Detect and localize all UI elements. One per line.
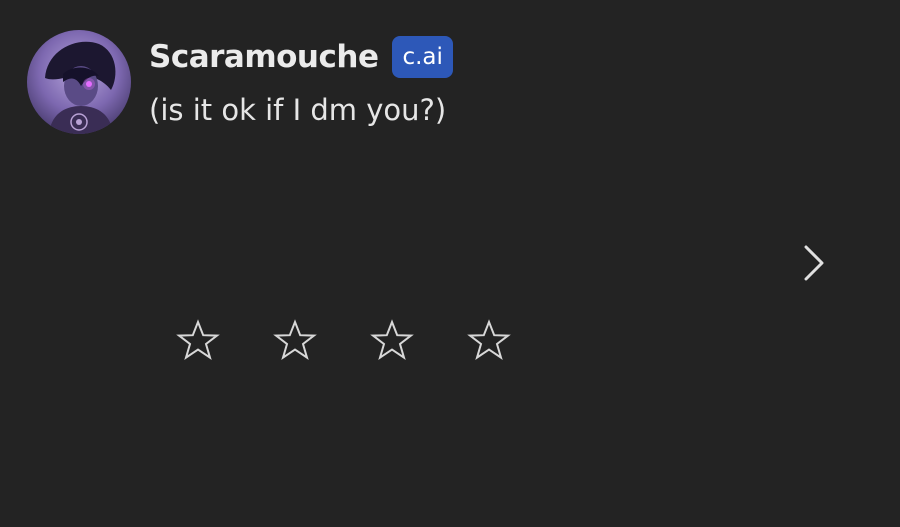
chevron-right-icon (804, 245, 824, 281)
star-4-button[interactable] (466, 318, 512, 364)
star-outline-icon (370, 319, 414, 360)
star-outline-icon (273, 319, 317, 360)
message-text: (is it ok if I dm you?) (149, 93, 447, 127)
next-response-button[interactable] (792, 236, 836, 290)
chat-message: Scaramouche c.ai (is it ok if I dm you?) (0, 0, 900, 527)
character-avatar-image (27, 30, 131, 134)
star-2-button[interactable] (272, 318, 318, 364)
star-outline-icon (467, 319, 511, 360)
star-outline-icon (176, 319, 220, 360)
cai-badge: c.ai (392, 36, 453, 78)
avatar[interactable] (27, 30, 131, 134)
author-name[interactable]: Scaramouche (149, 41, 379, 73)
author-row: Scaramouche c.ai (149, 36, 453, 78)
star-3-button[interactable] (369, 318, 415, 364)
star-1-button[interactable] (175, 318, 221, 364)
